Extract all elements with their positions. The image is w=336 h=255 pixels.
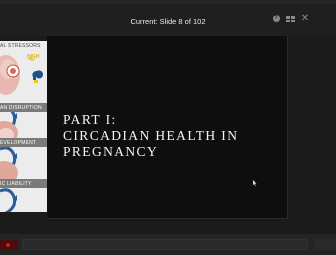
window-top-edge: [0, 0, 336, 4]
thumbnail-label: IC LIABILITY: [0, 181, 32, 187]
close-button[interactable]: ✕: [300, 14, 310, 24]
thumbnail-label: AL STRESSORS: [0, 43, 41, 49]
thumbnail-label: AN DISRUPTION: [0, 105, 42, 111]
help-button[interactable]: ?: [271, 14, 281, 24]
layout-grid-icon: [286, 16, 295, 22]
slide-title-line-1: PART I:: [63, 112, 117, 127]
slide-title-line-2: CIRCADIAN HEALTH IN: [63, 128, 239, 143]
svg-text:HIGH: HIGH: [27, 54, 40, 60]
previous-slide-thumbnail[interactable]: HIGH AL STRESSORS AN DISRUPTION EVELOPME…: [0, 41, 47, 212]
help-icon: ?: [272, 15, 280, 22]
thumbnail-label: EVELOPMENT: [0, 140, 37, 146]
bottom-input-bar[interactable]: [22, 239, 308, 250]
record-icon: [6, 243, 10, 247]
slide-title-line-3: PREGNANCY: [63, 144, 159, 159]
record-button[interactable]: [0, 240, 18, 250]
thumbnail-band: AN DISRUPTION: [0, 103, 47, 112]
bottom-right-control[interactable]: [314, 239, 336, 250]
thumbnail-band: IC LIABILITY: [0, 179, 47, 188]
layout-button[interactable]: [285, 14, 295, 24]
thumbnail-band: EVELOPMENT: [0, 138, 47, 147]
close-icon: ✕: [300, 13, 310, 24]
mouse-pointer-icon: [253, 180, 257, 186]
